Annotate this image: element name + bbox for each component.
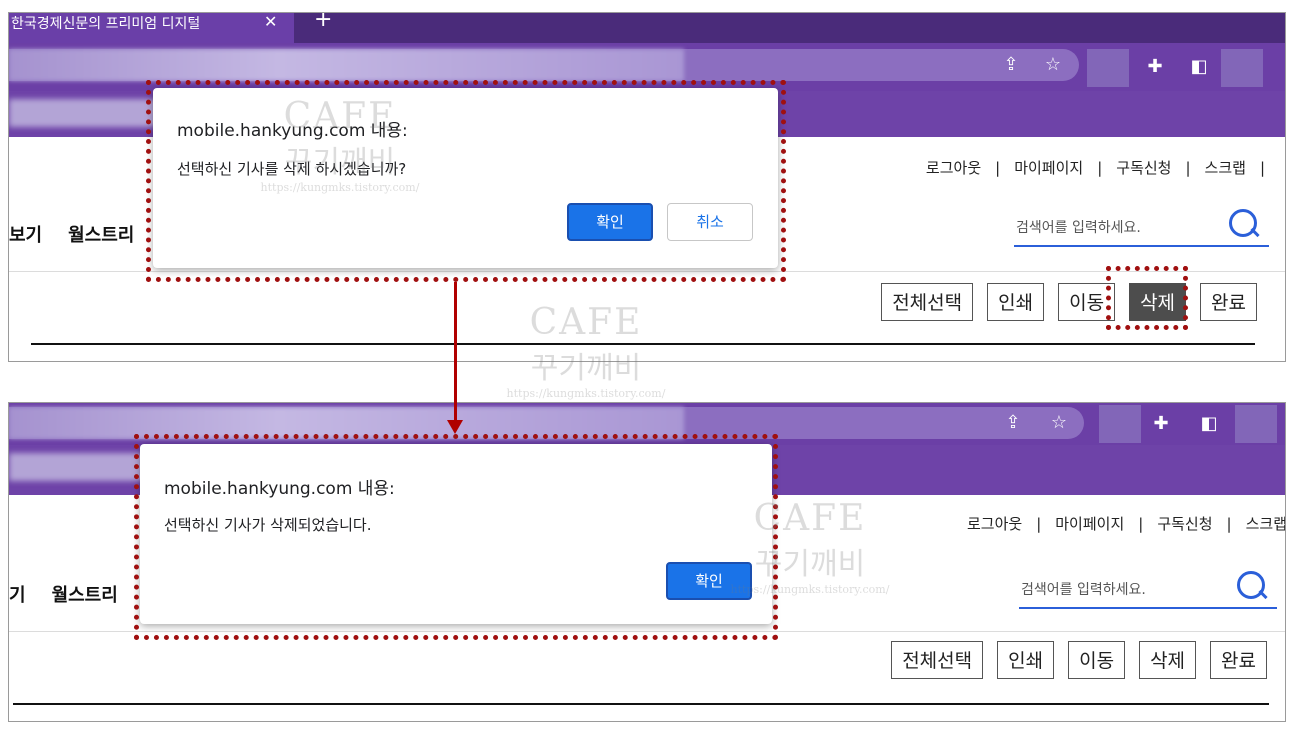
- tab-strip: 한국경제신문의 프리미엄 디지털 ✕ +: [9, 13, 1285, 43]
- scrap-toolbar: 전체선택 인쇄 이동 삭제 완료: [891, 641, 1267, 679]
- search-icon[interactable]: [1237, 571, 1265, 599]
- share-icon[interactable]: ⇪: [1001, 407, 1025, 439]
- print-button[interactable]: 인쇄: [987, 283, 1045, 321]
- new-tab-button[interactable]: +: [314, 13, 332, 32]
- search-input[interactable]: 검색어를 입력하세요.: [1016, 217, 1141, 237]
- tab-close-icon[interactable]: ✕: [264, 13, 277, 33]
- nav-item[interactable]: 월스트리: [52, 585, 118, 606]
- extensions-icon[interactable]: ✚: [1143, 51, 1167, 83]
- search-icon[interactable]: [1229, 209, 1257, 237]
- main-nav: 기 월스트리: [9, 581, 144, 607]
- select-all-button[interactable]: 전체선택: [881, 283, 974, 321]
- highlight-confirm-dialog: [146, 80, 786, 282]
- mypage-link[interactable]: 마이페이지: [1055, 515, 1124, 533]
- blurred-extension[interactable]: [1099, 405, 1141, 443]
- highlight-alert-dialog: [134, 434, 778, 640]
- scrap-link[interactable]: 스크랩: [1246, 515, 1285, 533]
- flow-arrow: [454, 282, 457, 422]
- scrap-link[interactable]: 스크랩: [1205, 159, 1246, 177]
- profile-avatar[interactable]: [1235, 405, 1277, 443]
- share-icon[interactable]: ⇪: [999, 49, 1023, 81]
- star-icon[interactable]: ☆: [1041, 49, 1065, 81]
- link-separator: |: [1185, 159, 1191, 177]
- search-box[interactable]: 검색어를 입력하세요.: [1014, 209, 1269, 247]
- search-input[interactable]: 검색어를 입력하세요.: [1021, 579, 1146, 599]
- link-separator: |: [1036, 515, 1042, 533]
- print-button[interactable]: 인쇄: [997, 641, 1055, 679]
- move-button[interactable]: 이동: [1068, 641, 1126, 679]
- mypage-link[interactable]: 마이페이지: [1014, 159, 1083, 177]
- browser-tab[interactable]: 한국경제신문의 프리미엄 디지털 ✕: [9, 13, 294, 43]
- nav-item[interactable]: 보기: [9, 225, 42, 246]
- highlight-delete-button: [1106, 266, 1188, 330]
- star-icon[interactable]: ☆: [1047, 407, 1071, 439]
- link-separator: |: [1097, 159, 1103, 177]
- link-separator: |: [1226, 515, 1232, 533]
- search-box[interactable]: 검색어를 입력하세요.: [1019, 571, 1277, 609]
- list-top-rule: [31, 343, 1255, 345]
- select-all-button[interactable]: 전체선택: [891, 641, 984, 679]
- blurred-extension[interactable]: [1087, 49, 1129, 87]
- top-links: 로그아웃 | 마이페이지 | 구독신청 | 스크랩: [967, 513, 1285, 534]
- top-links: 로그아웃 | 마이페이지 | 구독신청 | 스크랩 |: [926, 157, 1279, 178]
- sidebar-icon[interactable]: ◧: [1197, 408, 1221, 440]
- link-separator: |: [1138, 515, 1144, 533]
- subscribe-link[interactable]: 구독신청: [1157, 515, 1212, 533]
- subscribe-link[interactable]: 구독신청: [1116, 159, 1171, 177]
- extensions-icon[interactable]: ✚: [1149, 408, 1173, 440]
- logout-link[interactable]: 로그아웃: [926, 159, 981, 177]
- nav-item[interactable]: 기: [9, 585, 26, 606]
- blurred-url: [9, 49, 684, 81]
- logout-link[interactable]: 로그아웃: [967, 515, 1022, 533]
- arrow-head-icon: [447, 420, 463, 434]
- delete-button[interactable]: 삭제: [1139, 641, 1197, 679]
- link-separator: |: [995, 159, 1001, 177]
- address-bar[interactable]: ⇪ ☆: [9, 49, 1079, 81]
- link-separator: |: [1259, 159, 1265, 177]
- main-nav: 보기 월스트리: [9, 221, 160, 247]
- watermark-line3: https://kungmks.tistory.com/: [506, 387, 666, 400]
- sidebar-icon[interactable]: ◧: [1187, 51, 1211, 83]
- blurred-bookmarks: [9, 99, 159, 127]
- list-top-rule: [13, 703, 1269, 705]
- profile-avatar[interactable]: [1221, 49, 1263, 87]
- scrap-toolbar: 전체선택 인쇄 이동 삭제 완료: [881, 283, 1257, 321]
- tab-title: 한국경제신문의 프리미엄 디지털: [11, 16, 201, 32]
- done-button[interactable]: 완료: [1200, 283, 1257, 321]
- done-button[interactable]: 완료: [1210, 641, 1267, 679]
- nav-item[interactable]: 월스트리: [68, 225, 134, 246]
